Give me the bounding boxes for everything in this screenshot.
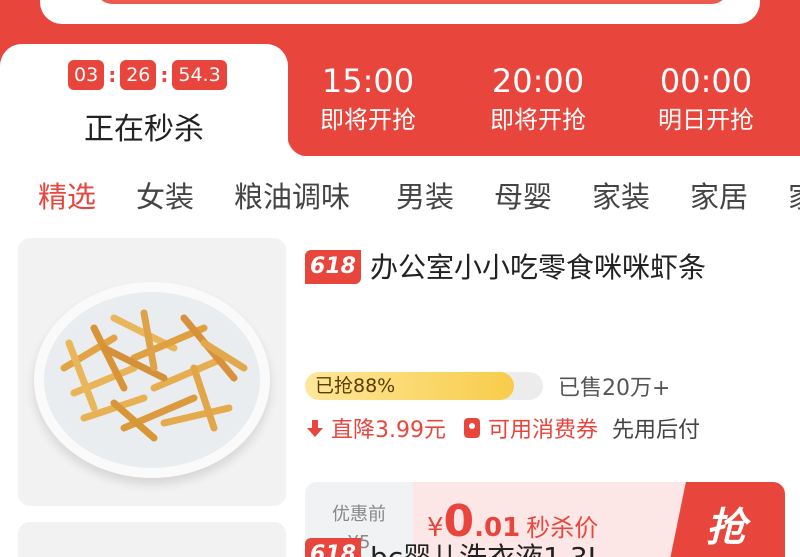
original-price-label: 优惠前 <box>332 504 386 525</box>
next-promo-618-badge: 618 <box>305 538 361 557</box>
session-tab-2000[interactable]: 20:00 即将开抢 <box>458 62 618 136</box>
countdown-separator: : <box>108 63 117 87</box>
price-drop-tag: 直降3.99元 <box>305 412 446 444</box>
session-tabs: 03 : 26 : 54.3 正在秒杀 15:00 即将开抢 20:00 即将开… <box>0 44 800 156</box>
next-product-title[interactable]: bc婴儿洗衣液1.3L <box>370 536 603 557</box>
coupon-tag: 可用消费券 <box>462 412 598 444</box>
product-tags: 直降3.99元 可用消费券 先用后付 <box>305 412 700 444</box>
session-current-label: 正在秒杀 <box>84 112 204 147</box>
category-tab-decor[interactable]: 家装 <box>592 174 650 216</box>
session-tab-1500[interactable]: 15:00 即将开抢 <box>288 62 448 136</box>
coupon-icon <box>464 418 480 438</box>
session-tab-current[interactable]: 03 : 26 : 54.3 正在秒杀 <box>0 44 308 156</box>
session-status: 明日开抢 <box>658 106 754 134</box>
countdown: 03 : 26 : 54.3 <box>68 60 227 90</box>
session-status: 即将开抢 <box>320 106 416 134</box>
session-status: 即将开抢 <box>490 106 586 134</box>
category-tab-more[interactable]: 家 <box>788 174 800 216</box>
coupon-text: 可用消费券 <box>488 418 599 443</box>
category-tab-home[interactable]: 家居 <box>690 174 748 216</box>
progress-text: 已抢88% <box>315 375 396 397</box>
search-bar[interactable] <box>40 0 760 24</box>
product-card[interactable]: 618 办公室小小吃零食咪咪虾条 已抢88% 已售20万+ 直降3.99元 可用… <box>0 232 800 557</box>
session-tab-0000[interactable]: 00:00 明日开抢 <box>626 62 786 136</box>
promo-618-badge: 618 <box>305 250 361 284</box>
sold-count: 已售20万+ <box>558 376 671 401</box>
countdown-hours: 03 <box>68 60 105 90</box>
category-tab-men[interactable]: 男装 <box>396 174 454 216</box>
session-time: 00:00 <box>659 62 753 100</box>
session-time: 15:00 <box>321 62 415 100</box>
product-image[interactable] <box>18 238 286 506</box>
snack-illustration <box>60 309 248 442</box>
next-product-image[interactable] <box>18 522 286 557</box>
arrow-down-icon <box>307 420 323 437</box>
countdown-seconds: 54.3 <box>172 60 227 90</box>
price-drop-text: 直降3.99元 <box>331 418 446 443</box>
product-title[interactable]: 办公室小小吃零食咪咪虾条 <box>370 246 706 286</box>
countdown-separator: : <box>160 63 169 87</box>
bowl-illustration <box>34 282 270 478</box>
category-tab-women[interactable]: 女装 <box>136 174 194 216</box>
countdown-minutes: 26 <box>120 60 157 90</box>
category-tab-grain-oil[interactable]: 粮油调味 <box>234 174 350 216</box>
category-tab-featured[interactable]: 精选 <box>38 174 96 216</box>
top-bar <box>0 0 800 44</box>
grab-button[interactable]: 抢 <box>667 482 785 557</box>
main-panel: 精选 女装 粮油调味 男装 母婴 家装 家居 家 <box>0 156 800 557</box>
category-tab-baby[interactable]: 母婴 <box>494 174 552 216</box>
pay-later-tag: 先用后付 <box>612 418 701 443</box>
search-field[interactable] <box>96 0 728 4</box>
category-tabs: 精选 女装 粮油调味 男装 母婴 家装 家居 家 <box>0 156 800 232</box>
session-time: 20:00 <box>491 62 585 100</box>
